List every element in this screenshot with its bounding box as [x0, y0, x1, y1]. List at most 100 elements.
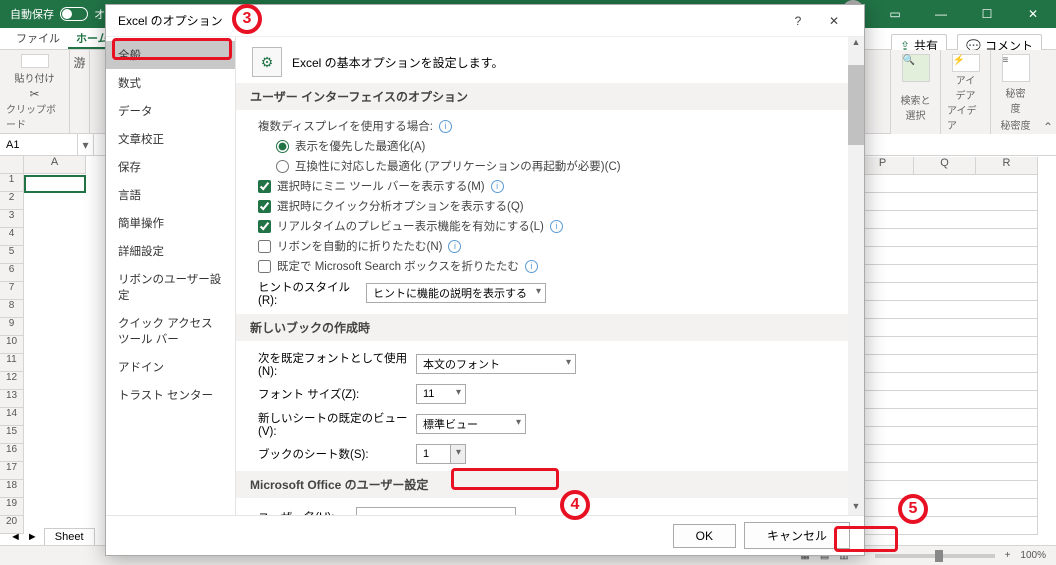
- maximize-icon[interactable]: ☐: [964, 0, 1010, 28]
- ideas-icon[interactable]: ⚡: [952, 54, 980, 72]
- info-icon[interactable]: i: [550, 220, 563, 233]
- row-header[interactable]: 11: [0, 354, 24, 372]
- cell[interactable]: [853, 409, 1038, 427]
- row-header[interactable]: 2: [0, 192, 24, 210]
- sheet-nav-next-icon[interactable]: ►: [27, 531, 38, 543]
- info-icon[interactable]: i: [525, 260, 538, 273]
- scroll-thumb[interactable]: [848, 65, 864, 145]
- cut-icon[interactable]: ✂: [29, 87, 39, 101]
- name-box-dropdown-icon[interactable]: ▾: [78, 134, 94, 155]
- cell[interactable]: [853, 265, 1038, 283]
- sheet-count-spinner[interactable]: 1: [416, 444, 466, 464]
- autosave-switch[interactable]: [60, 7, 88, 21]
- cell[interactable]: [853, 427, 1038, 445]
- nav-item-3[interactable]: 文章校正: [106, 125, 235, 153]
- default-view-select[interactable]: 標準ビュー: [416, 414, 526, 434]
- row-header[interactable]: 14: [0, 408, 24, 426]
- cell[interactable]: [853, 373, 1038, 391]
- row-header[interactable]: 19: [0, 498, 24, 516]
- info-icon[interactable]: i: [491, 180, 504, 193]
- row-header[interactable]: 3: [0, 210, 24, 228]
- check-collapse-search[interactable]: 既定で Microsoft Search ボックスを折りたたむ: [258, 258, 519, 274]
- cell[interactable]: [853, 211, 1038, 229]
- font-overflow-icon[interactable]: 游: [74, 54, 86, 71]
- row-header[interactable]: 15: [0, 426, 24, 444]
- row-header[interactable]: 4: [0, 228, 24, 246]
- zoom-slider[interactable]: [875, 554, 995, 558]
- row-header[interactable]: 5: [0, 246, 24, 264]
- dialog-close-icon[interactable]: ✕: [816, 5, 852, 37]
- nav-item-8[interactable]: リボンのユーザー設定: [106, 265, 235, 309]
- cell[interactable]: [853, 193, 1038, 211]
- cell[interactable]: [853, 463, 1038, 481]
- cell[interactable]: [853, 229, 1038, 247]
- row-header[interactable]: 9: [0, 318, 24, 336]
- cell[interactable]: [853, 283, 1038, 301]
- scroll-up-icon[interactable]: ▲: [848, 37, 864, 51]
- cell[interactable]: [853, 391, 1038, 409]
- check-collapse-ribbon[interactable]: リボンを自動的に折りたたむ(N): [258, 238, 442, 254]
- cell-A1[interactable]: [24, 175, 86, 193]
- nav-item-0[interactable]: 全般: [106, 41, 235, 69]
- minimize-icon[interactable]: —: [918, 0, 964, 28]
- name-box[interactable]: [0, 134, 78, 155]
- sheet-tab[interactable]: Sheet: [44, 528, 95, 545]
- dialog-help-icon[interactable]: ?: [780, 5, 816, 37]
- radio-display-optimized[interactable]: 表示を優先した最適化(A): [276, 138, 425, 154]
- cell[interactable]: [853, 319, 1038, 337]
- row-header[interactable]: 1: [0, 174, 24, 192]
- ok-button[interactable]: OK: [673, 524, 736, 548]
- cell[interactable]: [853, 517, 1038, 535]
- cell[interactable]: [853, 337, 1038, 355]
- row-header[interactable]: 13: [0, 390, 24, 408]
- ribbon-display-icon[interactable]: ▭: [872, 0, 918, 28]
- font-size-select[interactable]: 11: [416, 384, 466, 404]
- sensitivity-icon[interactable]: ≡: [1002, 54, 1030, 82]
- cell[interactable]: [853, 445, 1038, 463]
- hint-style-select[interactable]: ヒントに機能の説明を表示する: [366, 283, 546, 303]
- zoom-in-icon[interactable]: +: [1005, 550, 1011, 561]
- col-header[interactable]: R: [976, 157, 1038, 175]
- col-header[interactable]: Q: [914, 157, 976, 175]
- cell[interactable]: [853, 175, 1038, 193]
- nav-item-11[interactable]: トラスト センター: [106, 381, 235, 409]
- info-icon[interactable]: i: [439, 120, 452, 133]
- cell[interactable]: [853, 481, 1038, 499]
- cell[interactable]: [853, 499, 1038, 517]
- row-header[interactable]: 7: [0, 282, 24, 300]
- zoom-level[interactable]: 100%: [1020, 550, 1046, 561]
- row-header[interactable]: 6: [0, 264, 24, 282]
- close-icon[interactable]: ✕: [1010, 0, 1056, 28]
- username-input[interactable]: [356, 507, 516, 515]
- row-header[interactable]: 8: [0, 300, 24, 318]
- dialog-scrollbar[interactable]: ▲ ▼: [848, 37, 864, 515]
- sheet-nav-prev-icon[interactable]: ◄: [10, 531, 21, 543]
- nav-item-5[interactable]: 言語: [106, 181, 235, 209]
- nav-item-4[interactable]: 保存: [106, 153, 235, 181]
- cell[interactable]: [853, 247, 1038, 265]
- tab-file[interactable]: ファイル: [8, 28, 68, 49]
- cell[interactable]: [853, 355, 1038, 373]
- nav-item-9[interactable]: クイック アクセス ツール バー: [106, 309, 235, 353]
- radio-compat-optimized[interactable]: 互換性に対応した最適化 (アプリケーションの再起動が必要)(C): [276, 158, 621, 174]
- check-live-preview[interactable]: リアルタイムのプレビュー表示機能を有効にする(L): [258, 218, 544, 234]
- nav-item-2[interactable]: データ: [106, 97, 235, 125]
- check-quick-analysis[interactable]: 選択時にクイック分析オプションを表示する(Q): [258, 198, 524, 214]
- paste-icon[interactable]: [21, 54, 49, 68]
- default-font-select[interactable]: 本文のフォント: [416, 354, 576, 374]
- col-header[interactable]: A: [24, 156, 86, 174]
- find-select-icon[interactable]: 🔍: [902, 54, 930, 82]
- check-mini-toolbar[interactable]: 選択時にミニ ツール バーを表示する(M): [258, 178, 485, 194]
- nav-item-1[interactable]: 数式: [106, 69, 235, 97]
- info-icon[interactable]: i: [448, 240, 461, 253]
- row-header[interactable]: 17: [0, 462, 24, 480]
- row-header[interactable]: 16: [0, 444, 24, 462]
- row-header[interactable]: 10: [0, 336, 24, 354]
- cancel-button[interactable]: キャンセル: [744, 522, 850, 549]
- nav-item-7[interactable]: 詳細設定: [106, 237, 235, 265]
- nav-item-10[interactable]: アドイン: [106, 353, 235, 381]
- cell[interactable]: [853, 301, 1038, 319]
- row-header[interactable]: 18: [0, 480, 24, 498]
- nav-item-6[interactable]: 簡単操作: [106, 209, 235, 237]
- row-header[interactable]: 12: [0, 372, 24, 390]
